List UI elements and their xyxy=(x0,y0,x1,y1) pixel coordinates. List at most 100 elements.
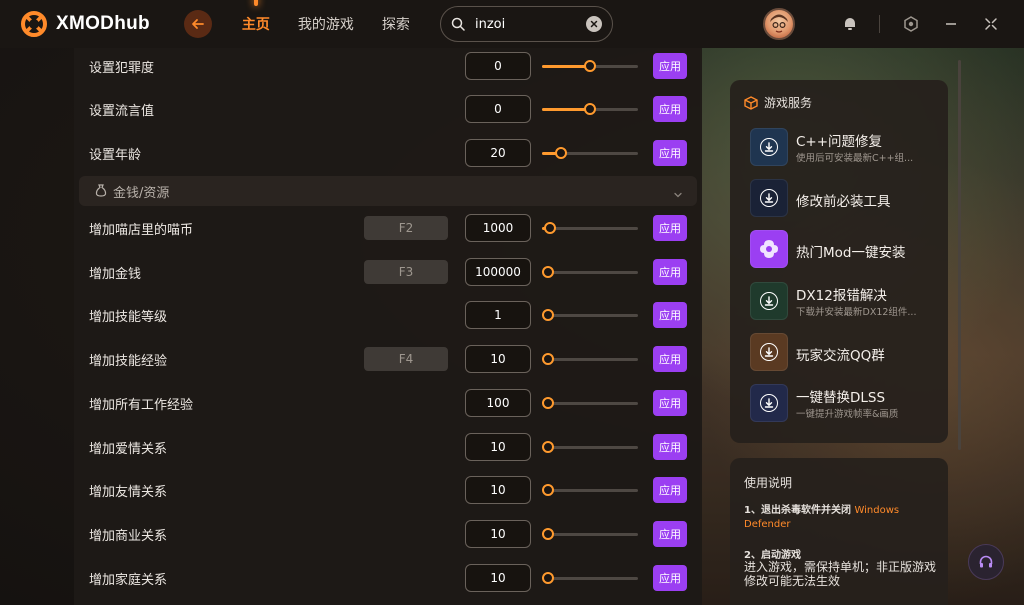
apply-button[interactable]: 应用 xyxy=(653,565,687,591)
value-slider[interactable] xyxy=(542,441,638,453)
value-input[interactable]: 20 xyxy=(465,139,531,167)
service-subtitle: 使用后可安装最新C++组... xyxy=(796,153,914,164)
apply-button[interactable]: 应用 xyxy=(653,96,687,122)
value-slider[interactable] xyxy=(542,266,638,278)
setting-row: 增加家庭关系 10 应用 xyxy=(74,556,702,600)
value-input[interactable]: 10 xyxy=(465,520,531,548)
value-input[interactable]: 10 xyxy=(465,345,531,373)
minimize-icon[interactable] xyxy=(942,15,960,33)
guide-step-2: 2、启动游戏 xyxy=(744,550,801,561)
notification-icon[interactable] xyxy=(841,15,859,33)
service-title: C++问题修复 xyxy=(796,134,883,150)
apply-button[interactable]: 应用 xyxy=(653,140,687,166)
value-slider[interactable] xyxy=(542,147,638,159)
value-slider[interactable] xyxy=(542,353,638,365)
xmod-logo-icon xyxy=(20,10,48,38)
usage-guide-card: 使用说明 1、退出杀毒软件并关闭 Windows Defender 2、启动游戏… xyxy=(730,458,948,605)
value-input[interactable]: 100000 xyxy=(465,258,531,286)
scrollbar[interactable] xyxy=(958,60,961,450)
setting-row: 增加爱情关系 10 应用 xyxy=(74,425,702,469)
hotkey-badge[interactable]: F3 xyxy=(364,260,448,284)
service-item[interactable]: DX12报错解决下载并安装最新DX12组件... xyxy=(750,282,940,322)
search-box[interactable]: inzoi xyxy=(440,6,613,42)
download-icon xyxy=(750,282,788,320)
service-item[interactable]: 一键替换DLSS 一键提升游戏帧率&画质 xyxy=(750,384,940,424)
hotkey-badge[interactable]: F2 xyxy=(364,216,448,240)
row-label: 增加金钱 xyxy=(89,266,142,282)
setting-row: 增加技能经验 F4 10 应用 xyxy=(74,337,702,381)
apply-button[interactable]: 应用 xyxy=(653,259,687,285)
service-item[interactable]: 玩家交流QQ群 xyxy=(750,333,940,373)
hotkey-badge[interactable]: F4 xyxy=(364,347,448,371)
service-title: 玩家交流QQ群 xyxy=(796,348,885,364)
avatar[interactable] xyxy=(763,8,795,40)
value-input[interactable]: 0 xyxy=(465,52,531,80)
download-icon xyxy=(750,128,788,166)
row-label: 增加友情关系 xyxy=(89,484,168,500)
value-input[interactable]: 0 xyxy=(465,95,531,123)
row-label: 增加家庭关系 xyxy=(89,572,168,588)
guide-step-2-text: 进入游戏，需保持单机；非正版游戏修改可能无法生效 xyxy=(744,560,937,588)
row-label: 增加技能等级 xyxy=(89,309,168,325)
download-icon xyxy=(750,333,788,371)
value-input[interactable]: 10 xyxy=(465,476,531,504)
setting-row: 增加友情关系 10 应用 xyxy=(74,468,702,512)
settings-icon[interactable] xyxy=(902,15,920,33)
collapse-icon[interactable] xyxy=(982,15,1000,33)
service-title: 修改前必装工具 xyxy=(796,194,891,210)
service-title: 热门Mod一键安装 xyxy=(796,245,906,261)
row-label: 设置年龄 xyxy=(89,147,142,163)
value-input[interactable]: 1 xyxy=(465,301,531,329)
apply-button[interactable]: 应用 xyxy=(653,302,687,328)
setting-row: 增加商业关系 10 应用 xyxy=(74,512,702,556)
setting-row: 设置年龄 20 应用 xyxy=(74,131,702,175)
logo[interactable]: XMODhub xyxy=(20,10,150,38)
setting-row: 增加喵店里的喵币 F2 1000 应用 xyxy=(74,206,702,250)
setting-row: 增加金钱 F3 100000 应用 xyxy=(74,250,702,294)
money-bag-icon xyxy=(95,182,107,201)
setting-row: 设置流言值 0 应用 xyxy=(74,87,702,131)
game-services-card: 游戏服务 C++问题修复使用后可安装最新C++组... 修改前必装工具 热门Mod一… xyxy=(730,80,948,443)
arrow-left-icon xyxy=(192,19,204,29)
value-slider[interactable] xyxy=(542,572,638,584)
apply-button[interactable]: 应用 xyxy=(653,390,687,416)
box-icon xyxy=(744,95,758,110)
value-slider[interactable] xyxy=(542,528,638,540)
service-item[interactable]: 热门Mod一键安装 xyxy=(750,230,940,270)
section-header-money[interactable]: 金钱/资源 xyxy=(79,176,697,206)
value-slider[interactable] xyxy=(542,103,638,115)
customer-support-button[interactable] xyxy=(968,544,1004,580)
apply-button[interactable]: 应用 xyxy=(653,477,687,503)
value-slider[interactable] xyxy=(542,60,638,72)
apply-button[interactable]: 应用 xyxy=(653,215,687,241)
nav-my-games[interactable]: 我的游戏 xyxy=(298,14,354,34)
chevron-down-icon xyxy=(673,185,683,204)
value-slider[interactable] xyxy=(542,309,638,321)
service-title: DX12报错解决 xyxy=(796,288,887,304)
services-title: 游戏服务 xyxy=(764,96,813,110)
close-icon xyxy=(590,20,598,28)
value-slider[interactable] xyxy=(542,484,638,496)
search-input[interactable]: inzoi xyxy=(475,17,586,32)
service-subtitle: 下载并安装最新DX12组件... xyxy=(796,307,917,318)
clear-search-button[interactable] xyxy=(586,16,602,32)
value-input[interactable]: 10 xyxy=(465,564,531,592)
nav-explore[interactable]: 探索 xyxy=(382,14,410,34)
service-item[interactable]: C++问题修复使用后可安装最新C++组... xyxy=(750,128,940,168)
apply-button[interactable]: 应用 xyxy=(653,434,687,460)
value-input[interactable]: 10 xyxy=(465,433,531,461)
back-button[interactable] xyxy=(183,10,212,38)
guide-title: 使用说明 xyxy=(744,476,793,490)
apply-button[interactable]: 应用 xyxy=(653,521,687,547)
value-input[interactable]: 1000 xyxy=(465,214,531,242)
service-item[interactable]: 修改前必装工具 xyxy=(750,179,940,219)
main-nav: 主页 我的游戏 探索 xyxy=(242,14,438,34)
apply-button[interactable]: 应用 xyxy=(653,53,687,79)
value-slider[interactable] xyxy=(542,397,638,409)
value-slider[interactable] xyxy=(542,222,638,234)
guide-step-1-text: 1、退出杀毒软件并关闭 xyxy=(744,505,851,516)
nav-home[interactable]: 主页 xyxy=(242,14,270,34)
window-controls xyxy=(763,0,1000,48)
apply-button[interactable]: 应用 xyxy=(653,346,687,372)
value-input[interactable]: 100 xyxy=(465,389,531,417)
